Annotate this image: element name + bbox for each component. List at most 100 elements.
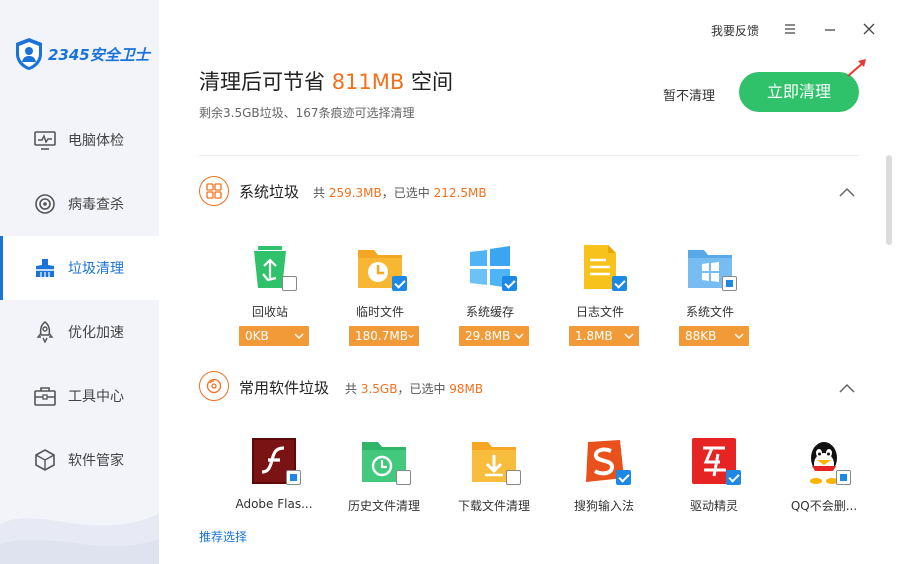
sidebar-item-label: 优化加速 xyxy=(68,325,124,341)
software-item-download-files[interactable]: 下载文件清理 xyxy=(454,438,534,514)
savings-amount: 811MB xyxy=(331,70,405,94)
minimize-icon[interactable] xyxy=(821,20,839,38)
item-size-dropdown[interactable]: 88KB xyxy=(679,326,749,346)
item-label: 系统缓存 xyxy=(465,305,514,319)
software-item-qq[interactable]: QQ不会删... xyxy=(784,438,864,514)
software-item-adobe-flash[interactable]: Adobe Flas... xyxy=(234,438,314,514)
item-checkbox[interactable] xyxy=(506,470,521,485)
section-title-system-junk: 系统垃圾 xyxy=(239,183,300,201)
item-label: QQ不会删... xyxy=(790,499,858,513)
skip-clean-button[interactable]: 暂不清理 xyxy=(663,85,715,104)
chevron-down-icon xyxy=(514,332,524,339)
software-item-history-files[interactable]: 历史文件清理 xyxy=(344,438,424,514)
item-label: 回收站 xyxy=(251,305,288,319)
item-checkbox[interactable] xyxy=(836,470,851,485)
item-label: 系统文件 xyxy=(685,305,734,319)
meta-prefix: 共 xyxy=(313,186,329,200)
item-checkbox[interactable] xyxy=(502,276,517,291)
item-checkbox[interactable] xyxy=(726,470,741,485)
item-label: 搜狗输入法 xyxy=(573,499,634,513)
item-checkbox[interactable] xyxy=(282,276,297,291)
sidebar: 2345安全卫士 电脑体检 病毒查杀 垃圾清理 优化加速 工具中心 软件管家 xyxy=(0,0,159,564)
app-logo: 2345安全卫士 xyxy=(14,36,150,72)
junk-item-temp-files[interactable]: 临时文件 180.7MB xyxy=(340,244,420,348)
chevron-down-icon xyxy=(624,332,634,339)
section-meta-system-junk: 共 259.3MB，已选中 212.5MB xyxy=(313,184,487,201)
item-size: 88KB xyxy=(685,329,717,343)
chevron-down-icon xyxy=(408,334,414,338)
menu-icon[interactable] xyxy=(781,20,799,38)
sidebar-item-label: 病毒查杀 xyxy=(68,197,124,213)
meta-mid: ，已选中 xyxy=(381,186,434,200)
chevron-up-icon[interactable] xyxy=(838,382,856,394)
software-item-driver-genius[interactable]: 驱动精灵 xyxy=(674,438,754,514)
item-checkbox[interactable] xyxy=(396,470,411,485)
item-checkbox[interactable] xyxy=(722,276,737,291)
chevron-down-icon xyxy=(294,332,304,339)
sidebar-item-junk-clean[interactable]: 垃圾清理 xyxy=(0,236,159,300)
page-title: 清理后可节省 811MB 空间 xyxy=(199,66,453,96)
junk-item-system-cache[interactable]: 系统缓存 29.8MB xyxy=(450,244,530,348)
sidebar-item-virus-scan[interactable]: 病毒查杀 xyxy=(0,172,159,236)
meta-total: 3.5GB xyxy=(360,382,398,396)
chevron-down-icon xyxy=(734,332,744,339)
item-label: Adobe Flas... xyxy=(235,497,313,511)
item-size: 1.8MB xyxy=(575,329,613,343)
target-icon xyxy=(35,194,55,214)
item-size: 180.7MB xyxy=(355,329,408,343)
toolbox-icon xyxy=(34,387,56,406)
item-size-dropdown[interactable]: 180.7MB xyxy=(349,326,419,346)
item-label: 历史文件清理 xyxy=(347,499,420,513)
item-label: 下载文件清理 xyxy=(457,499,530,513)
sidebar-item-label: 电脑体检 xyxy=(68,133,124,149)
software-item-sogou-input[interactable]: 搜狗输入法 xyxy=(564,438,644,514)
item-size-dropdown[interactable]: 29.8MB xyxy=(459,326,529,346)
item-checkbox[interactable] xyxy=(612,276,627,291)
meta-selected: 98MB xyxy=(449,382,484,396)
item-label: 驱动精灵 xyxy=(689,499,738,513)
monitor-icon xyxy=(34,131,56,150)
section-title-software-junk: 常用软件垃圾 xyxy=(239,379,330,397)
cube-icon xyxy=(35,449,55,471)
sidebar-item-checkup[interactable]: 电脑体检 xyxy=(0,108,159,172)
junk-item-log-files[interactable]: 日志文件 1.8MB xyxy=(560,244,640,348)
junk-item-recycle-bin[interactable]: 回收站 0KB xyxy=(230,244,310,348)
sidebar-item-optimize[interactable]: 优化加速 xyxy=(0,300,159,364)
item-checkbox[interactable] xyxy=(616,470,631,485)
item-size-dropdown[interactable]: 0KB xyxy=(239,326,309,346)
meta-mid: ，已选中 xyxy=(397,382,450,396)
sidebar-item-label: 软件管家 xyxy=(68,453,124,469)
rocket-icon xyxy=(36,321,54,343)
header-divider xyxy=(199,155,858,156)
sidebar-item-software[interactable]: 软件管家 xyxy=(0,428,159,492)
annotation-arrow-icon xyxy=(847,59,866,77)
item-size: 0KB xyxy=(245,329,269,343)
item-checkbox[interactable] xyxy=(392,276,407,291)
sidebar-item-tools[interactable]: 工具中心 xyxy=(0,364,159,428)
shield-logo-icon xyxy=(16,38,42,70)
vertical-scrollbar[interactable] xyxy=(886,155,892,245)
close-icon[interactable] xyxy=(860,20,878,38)
sidebar-decoration xyxy=(0,514,159,564)
meta-prefix: 共 xyxy=(345,382,361,396)
title-prefix: 清理后可节省 xyxy=(199,70,332,94)
meta-total: 259.3MB xyxy=(328,186,382,200)
sidebar-item-label: 工具中心 xyxy=(68,389,124,405)
section-meta-software-junk: 共 3.5GB，已选中 98MB xyxy=(345,380,483,397)
item-checkbox[interactable] xyxy=(286,470,301,485)
chevron-up-icon[interactable] xyxy=(838,186,856,198)
clean-now-button[interactable]: 立即清理 xyxy=(739,72,859,112)
logo-text: 2345安全卫士 xyxy=(48,45,150,64)
item-size-dropdown[interactable]: 1.8MB xyxy=(569,326,639,346)
feedback-link[interactable]: 我要反馈 xyxy=(711,22,759,39)
grid-icon xyxy=(199,176,229,206)
disc-icon xyxy=(199,371,229,401)
junk-item-system-files[interactable]: 系统文件 88KB xyxy=(670,244,750,348)
sidebar-item-label: 垃圾清理 xyxy=(68,261,124,277)
recommend-selection-link[interactable]: 推荐选择 xyxy=(199,528,247,545)
title-suffix: 空间 xyxy=(404,70,453,94)
meta-selected: 212.5MB xyxy=(433,186,487,200)
item-label: 日志文件 xyxy=(575,305,624,319)
page-subtitle: 剩余3.5GB垃圾、167条痕迹可选择清理 xyxy=(199,106,415,120)
item-label: 临时文件 xyxy=(355,305,404,319)
